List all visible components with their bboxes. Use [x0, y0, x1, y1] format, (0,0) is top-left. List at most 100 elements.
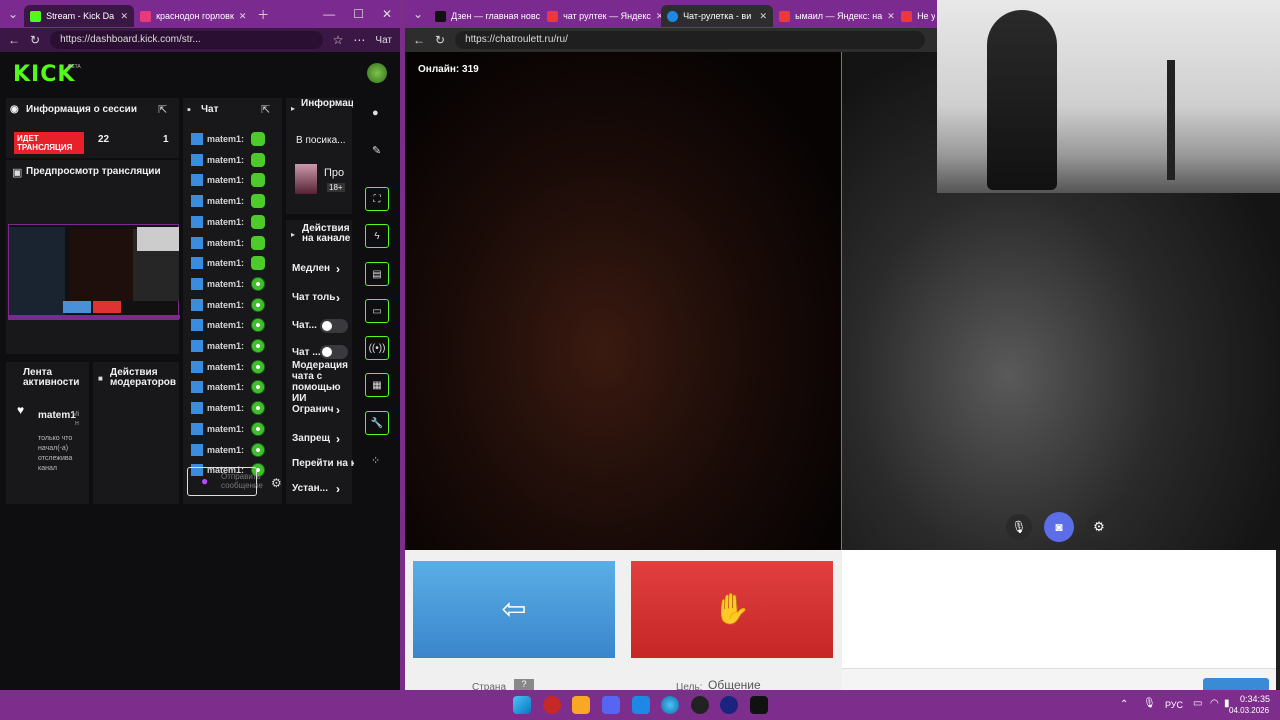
toggle-switch-2[interactable]	[320, 345, 348, 359]
reload-icon[interactable]: ↻	[30, 33, 40, 47]
tab-chatroulette[interactable]: Чат-рулетка - ви ✕	[661, 5, 774, 27]
chat-username[interactable]: matem1:	[207, 300, 247, 310]
chat-username[interactable]: matem1:	[207, 279, 247, 289]
chat-bubble-icon[interactable]: ▭	[365, 299, 389, 323]
edge-icon[interactable]	[661, 696, 679, 714]
settings-gear-icon[interactable]: ⚙	[1086, 514, 1112, 540]
chat-username[interactable]: matem1:	[207, 341, 247, 351]
badge-icon	[191, 381, 203, 394]
age-badge: 18+	[327, 183, 345, 192]
windows-start-icon[interactable]	[513, 696, 531, 714]
bolt-icon[interactable]: ϟ	[365, 224, 389, 248]
chat-username[interactable]: matem1:	[207, 424, 247, 434]
media-player-icon[interactable]	[543, 696, 561, 714]
copilot-label[interactable]: Чат	[375, 35, 392, 46]
microphone-icon[interactable]: ●	[201, 474, 208, 488]
emote-icon	[251, 276, 265, 291]
clock-date[interactable]: 04.03.2026	[1229, 706, 1269, 715]
tab-yandex-2[interactable]: ымаил — Яндекс: на ✕	[773, 5, 895, 27]
terminal-icon[interactable]	[750, 696, 768, 714]
chat-input[interactable]: ● Отправить сообщение	[187, 467, 263, 496]
maximize-icon[interactable]: ☐	[353, 7, 364, 21]
chevron-up-icon[interactable]: ⌃	[1120, 699, 1128, 710]
url-field[interactable]: https://chatroulett.ru/ru/	[455, 31, 926, 49]
country-select[interactable]: ?	[514, 679, 534, 690]
camera-icon[interactable]: ◙	[1044, 512, 1074, 542]
tab-search[interactable]: краснодон горловк ✕	[134, 5, 249, 27]
chat-username[interactable]: matem1:	[207, 196, 247, 206]
chat-username[interactable]: matem1:	[207, 382, 247, 392]
app-icon-blue[interactable]	[720, 696, 738, 714]
avatar[interactable]	[367, 63, 387, 83]
close-icon[interactable]: ✕	[121, 11, 129, 22]
chat-username[interactable]: matem1:	[207, 217, 247, 227]
star-icon[interactable]: ☆	[333, 33, 344, 47]
send-button[interactable]	[1203, 678, 1269, 690]
app-icon-yellow[interactable]	[572, 696, 590, 714]
chat-username[interactable]: matem1:	[207, 362, 247, 372]
close-icon[interactable]: ✕	[656, 11, 661, 22]
close-window-icon[interactable]: ✕	[382, 7, 392, 21]
popout-icon[interactable]: ⇱	[261, 103, 270, 116]
chat-username[interactable]: matem1:	[207, 403, 247, 413]
ban-item[interactable]: Запрещ	[292, 433, 330, 444]
chat-username[interactable]: matem1:	[207, 320, 247, 330]
chat-username[interactable]: matem1:	[207, 134, 247, 144]
chevron-right-icon[interactable]: ›	[336, 291, 340, 305]
gear-icon[interactable]: ⚙	[271, 476, 282, 490]
chevron-right-icon[interactable]: ›	[336, 482, 340, 496]
mic-tray-icon[interactable]: 🎙	[1143, 698, 1156, 709]
tab-yandex-1[interactable]: чат рултек — Яндекс ✕	[541, 5, 661, 27]
chevron-right-icon[interactable]: ›	[336, 262, 340, 276]
chevron-right-icon[interactable]: ›	[336, 403, 340, 417]
toggle-switch-1[interactable]	[320, 319, 348, 333]
tab-menu-icon[interactable]: ⌄	[8, 7, 18, 21]
settings-item[interactable]: Устан...	[292, 483, 328, 494]
discord-icon[interactable]	[602, 696, 620, 714]
close-icon[interactable]: ✕	[887, 11, 895, 22]
info-icon[interactable]: ●	[372, 107, 379, 119]
reload-icon[interactable]: ↻	[435, 33, 445, 47]
prev-button[interactable]: ⇦	[413, 561, 615, 658]
chat-username[interactable]: matem1:	[207, 238, 247, 248]
expand-icon[interactable]: ⛶	[365, 187, 389, 211]
chevron-right-icon[interactable]: ›	[336, 432, 340, 446]
clock-time[interactable]: 0:34:35	[1240, 694, 1270, 704]
pencil-icon[interactable]: ✎	[372, 144, 381, 157]
url-field[interactable]: https://dashboard.kick.com/str...	[50, 31, 323, 49]
back-icon[interactable]: ←	[413, 33, 425, 47]
followers-only-item[interactable]: Чат толь	[292, 292, 335, 303]
goto-channel-item[interactable]: Перейти на к	[292, 458, 354, 469]
popout-icon[interactable]: ⇱	[158, 103, 167, 116]
ai-moderation-item[interactable]: Модерация чата с помощью ИИ	[292, 360, 352, 404]
minimize-icon[interactable]: —	[323, 7, 335, 21]
new-tab-icon[interactable]: ＋	[257, 6, 269, 23]
obs-icon[interactable]	[691, 696, 709, 714]
tab-menu-icon[interactable]: ⌄	[413, 7, 423, 21]
chat-username[interactable]: matem1:	[207, 155, 247, 165]
wrench-icon[interactable]: 🔧	[365, 411, 389, 435]
document-icon[interactable]: ▤	[365, 262, 389, 286]
back-icon[interactable]: ←	[8, 33, 20, 47]
monitor-icon[interactable]: ▭	[1193, 698, 1202, 709]
chat-username[interactable]: matem1:	[207, 258, 247, 268]
broadcast-icon[interactable]: ((•))	[365, 336, 389, 360]
close-icon[interactable]: ✕	[239, 11, 247, 22]
stop-button[interactable]: ✋	[631, 561, 833, 658]
apps-icon[interactable]: ⁘	[371, 454, 380, 467]
chat-username[interactable]: matem1:	[207, 175, 247, 185]
wifi-icon[interactable]: ◠	[1210, 698, 1219, 709]
tab-kick[interactable]: Stream - Kick Da ✕	[24, 5, 135, 27]
photos-icon[interactable]	[632, 696, 650, 714]
slow-mode-item[interactable]: Медлен	[292, 263, 330, 274]
video-icon[interactable]: ▦	[365, 373, 389, 397]
emote-icon	[251, 421, 265, 436]
restrict-item[interactable]: Огранич	[292, 404, 334, 415]
chat-username[interactable]: matem1:	[207, 445, 247, 455]
microphone-icon[interactable]: 🎙	[1006, 514, 1032, 540]
tab-yandex-3[interactable]: Не у	[895, 5, 935, 27]
language-indicator[interactable]: РУС	[1165, 700, 1183, 710]
close-icon[interactable]: ✕	[760, 11, 768, 22]
more-icon[interactable]: ⋯	[353, 33, 365, 47]
tab-dzen[interactable]: Дзен — главная новс ✕	[429, 5, 541, 27]
